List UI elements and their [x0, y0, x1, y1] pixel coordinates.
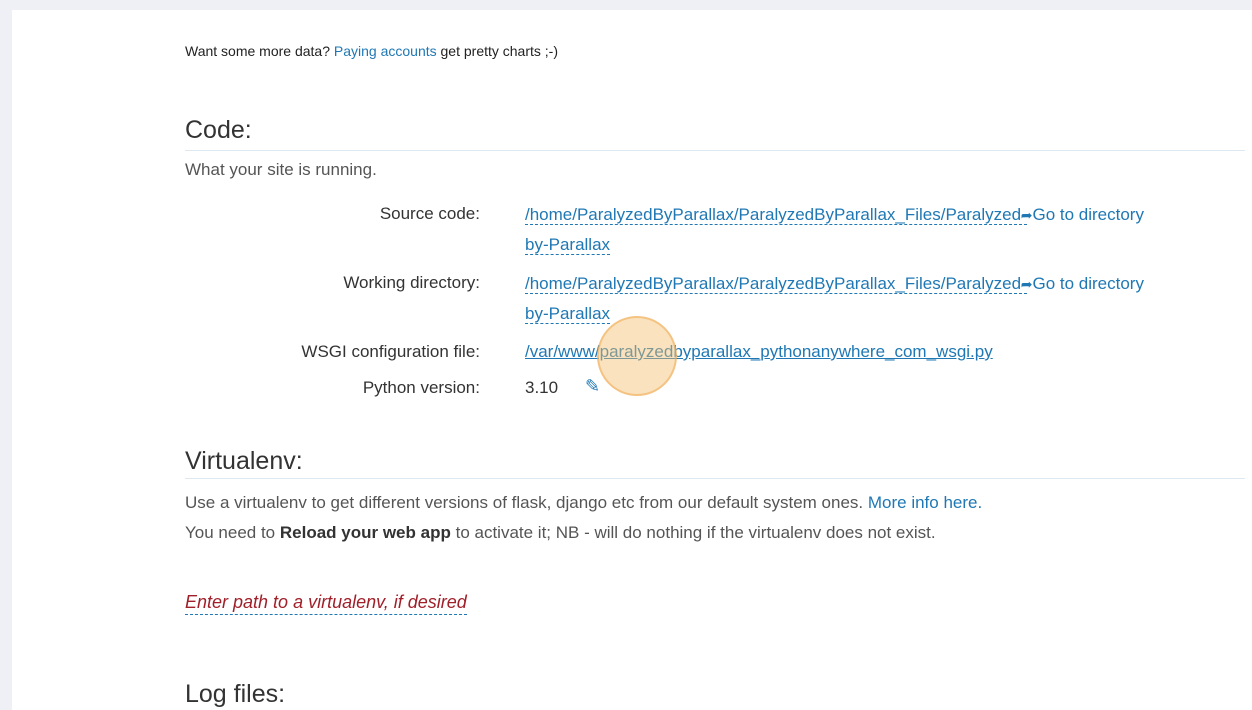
goto-arrow-icon: ➦ [1020, 207, 1033, 223]
paying-accounts-link[interactable]: Paying accounts [334, 43, 437, 59]
reload-web-app-text: Reload your web app [279, 523, 451, 542]
code-section-divider [185, 150, 1245, 151]
wsgi-label: WSGI configuration file: [301, 342, 480, 361]
working-directory-path-line1[interactable]: /home/ParalyzedByParallax/ParalyzedByPar… [525, 274, 1027, 294]
log-files-section-title: Log files: [185, 680, 286, 708]
source-code-path[interactable]: /home/ParalyzedByParallax/ParalyzedByPar… [525, 200, 1215, 260]
working-goto-directory-link[interactable]: Go to directory [1032, 274, 1144, 293]
virtualenv-path-input[interactable]: Enter path to a virtualenv, if desired [185, 592, 467, 615]
virtualenv-section-title: Virtualenv: [185, 447, 303, 475]
virtualenv-section-divider [185, 478, 1245, 479]
source-code-path-line1[interactable]: /home/ParalyzedByParallax/ParalyzedByPar… [525, 205, 1027, 225]
code-section-title: Code: [185, 116, 252, 144]
working-directory-label: Working directory: [343, 273, 480, 292]
source-code-path-line2[interactable]: by-Parallax [525, 235, 611, 255]
more-data-notice: Want some more data? Paying accounts get… [185, 43, 558, 59]
virtualenv-description: Use a virtualenv to get different versio… [185, 488, 1005, 548]
venv-text3: to activate it; NB - will do nothing if … [455, 523, 936, 542]
python-version-value: 3.10 [525, 378, 559, 397]
working-directory-path-line2[interactable]: by-Parallax [525, 304, 611, 324]
more-data-prefix: Want some more data? [185, 43, 330, 59]
wsgi-file-link[interactable]: /var/www/paralyzedbyparallax_pythonanywh… [525, 342, 993, 362]
goto-arrow-icon: ➦ [1020, 276, 1033, 292]
venv-text2: You need to [185, 523, 276, 542]
more-info-link[interactable]: More info here. [868, 493, 982, 512]
more-data-suffix: get pretty charts ;-) [440, 43, 558, 59]
source-code-label: Source code: [379, 204, 480, 223]
edit-pencil-icon[interactable]: ✎ [585, 376, 600, 397]
click-indicator [597, 316, 677, 396]
code-description: What your site is running. [185, 160, 377, 179]
python-version-label: Python version: [362, 378, 480, 397]
venv-text1: Use a virtualenv to get different versio… [185, 493, 864, 512]
source-goto-directory-link[interactable]: Go to directory [1032, 205, 1144, 224]
